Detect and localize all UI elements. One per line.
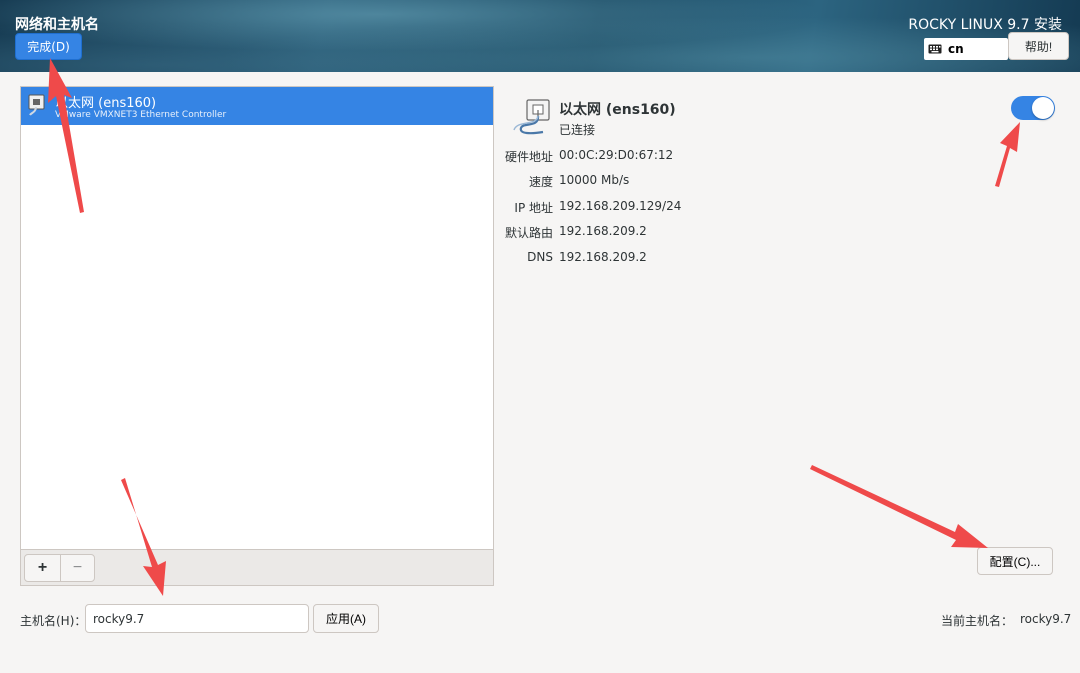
hardware-address-label: 硬件地址 — [504, 150, 553, 164]
device-detail-name: 以太网 (ens160) — [559, 102, 676, 118]
header-banner: 网络和主机名 完成(D) ROCKY LINUX 9.7 安装 cn 帮助! — [0, 0, 1080, 72]
hostname-label: 主机名(H)： — [20, 614, 87, 628]
keyboard-layout-label: cn — [948, 42, 964, 56]
keyboard-icon — [928, 44, 942, 54]
device-list: 以太网 (ens160) VMware VMXNET3 Ethernet Con… — [20, 86, 494, 586]
annotation-arrow-config — [810, 465, 988, 548]
toggle-knob — [1032, 97, 1054, 119]
product-title: ROCKY LINUX 9.7 安装 — [908, 17, 1062, 33]
current-hostname-label: 当前主机名： — [941, 614, 1014, 628]
done-button[interactable]: 完成(D) — [15, 33, 82, 60]
ip-address-label: IP 地址 — [514, 201, 553, 215]
apply-hostname-button[interactable]: 应用(A) — [313, 604, 379, 633]
connection-status: 已连接 — [559, 123, 596, 137]
current-hostname-value: rocky9.7 — [1020, 612, 1072, 626]
speed-label: 速度 — [528, 175, 553, 189]
dns-value: 192.168.209.2 — [559, 250, 647, 264]
hardware-address-value: 00:0C:29:D0:67:12 — [559, 148, 674, 162]
speed-value: 10000 Mb/s — [559, 173, 630, 187]
device-name: 以太网 (ens160) — [55, 96, 157, 111]
page-title: 网络和主机名 — [15, 17, 99, 33]
keyboard-layout-indicator[interactable]: cn — [924, 38, 1008, 60]
ethernet-icon — [28, 94, 45, 116]
device-list-toolbar: + − — [21, 549, 493, 585]
device-list-item[interactable]: 以太网 (ens160) VMware VMXNET3 Ethernet Con… — [21, 87, 493, 125]
device-description: VMware VMXNET3 Ethernet Controller — [55, 110, 227, 120]
ethernet-icon — [513, 99, 550, 135]
default-route-value: 192.168.209.2 — [559, 224, 647, 238]
remove-device-button[interactable]: − — [60, 554, 95, 582]
help-button[interactable]: 帮助! — [1008, 32, 1069, 60]
add-device-button[interactable]: + — [24, 554, 61, 582]
connection-toggle[interactable] — [1011, 96, 1055, 120]
hostname-input[interactable] — [85, 604, 309, 633]
dns-label: DNS — [527, 250, 553, 264]
default-route-label: 默认路由 — [504, 226, 553, 240]
ip-address-value: 192.168.209.129/24 — [559, 199, 682, 213]
annotation-arrow-toggle — [995, 122, 1020, 187]
configure-button[interactable]: 配置(C)... — [977, 547, 1053, 575]
